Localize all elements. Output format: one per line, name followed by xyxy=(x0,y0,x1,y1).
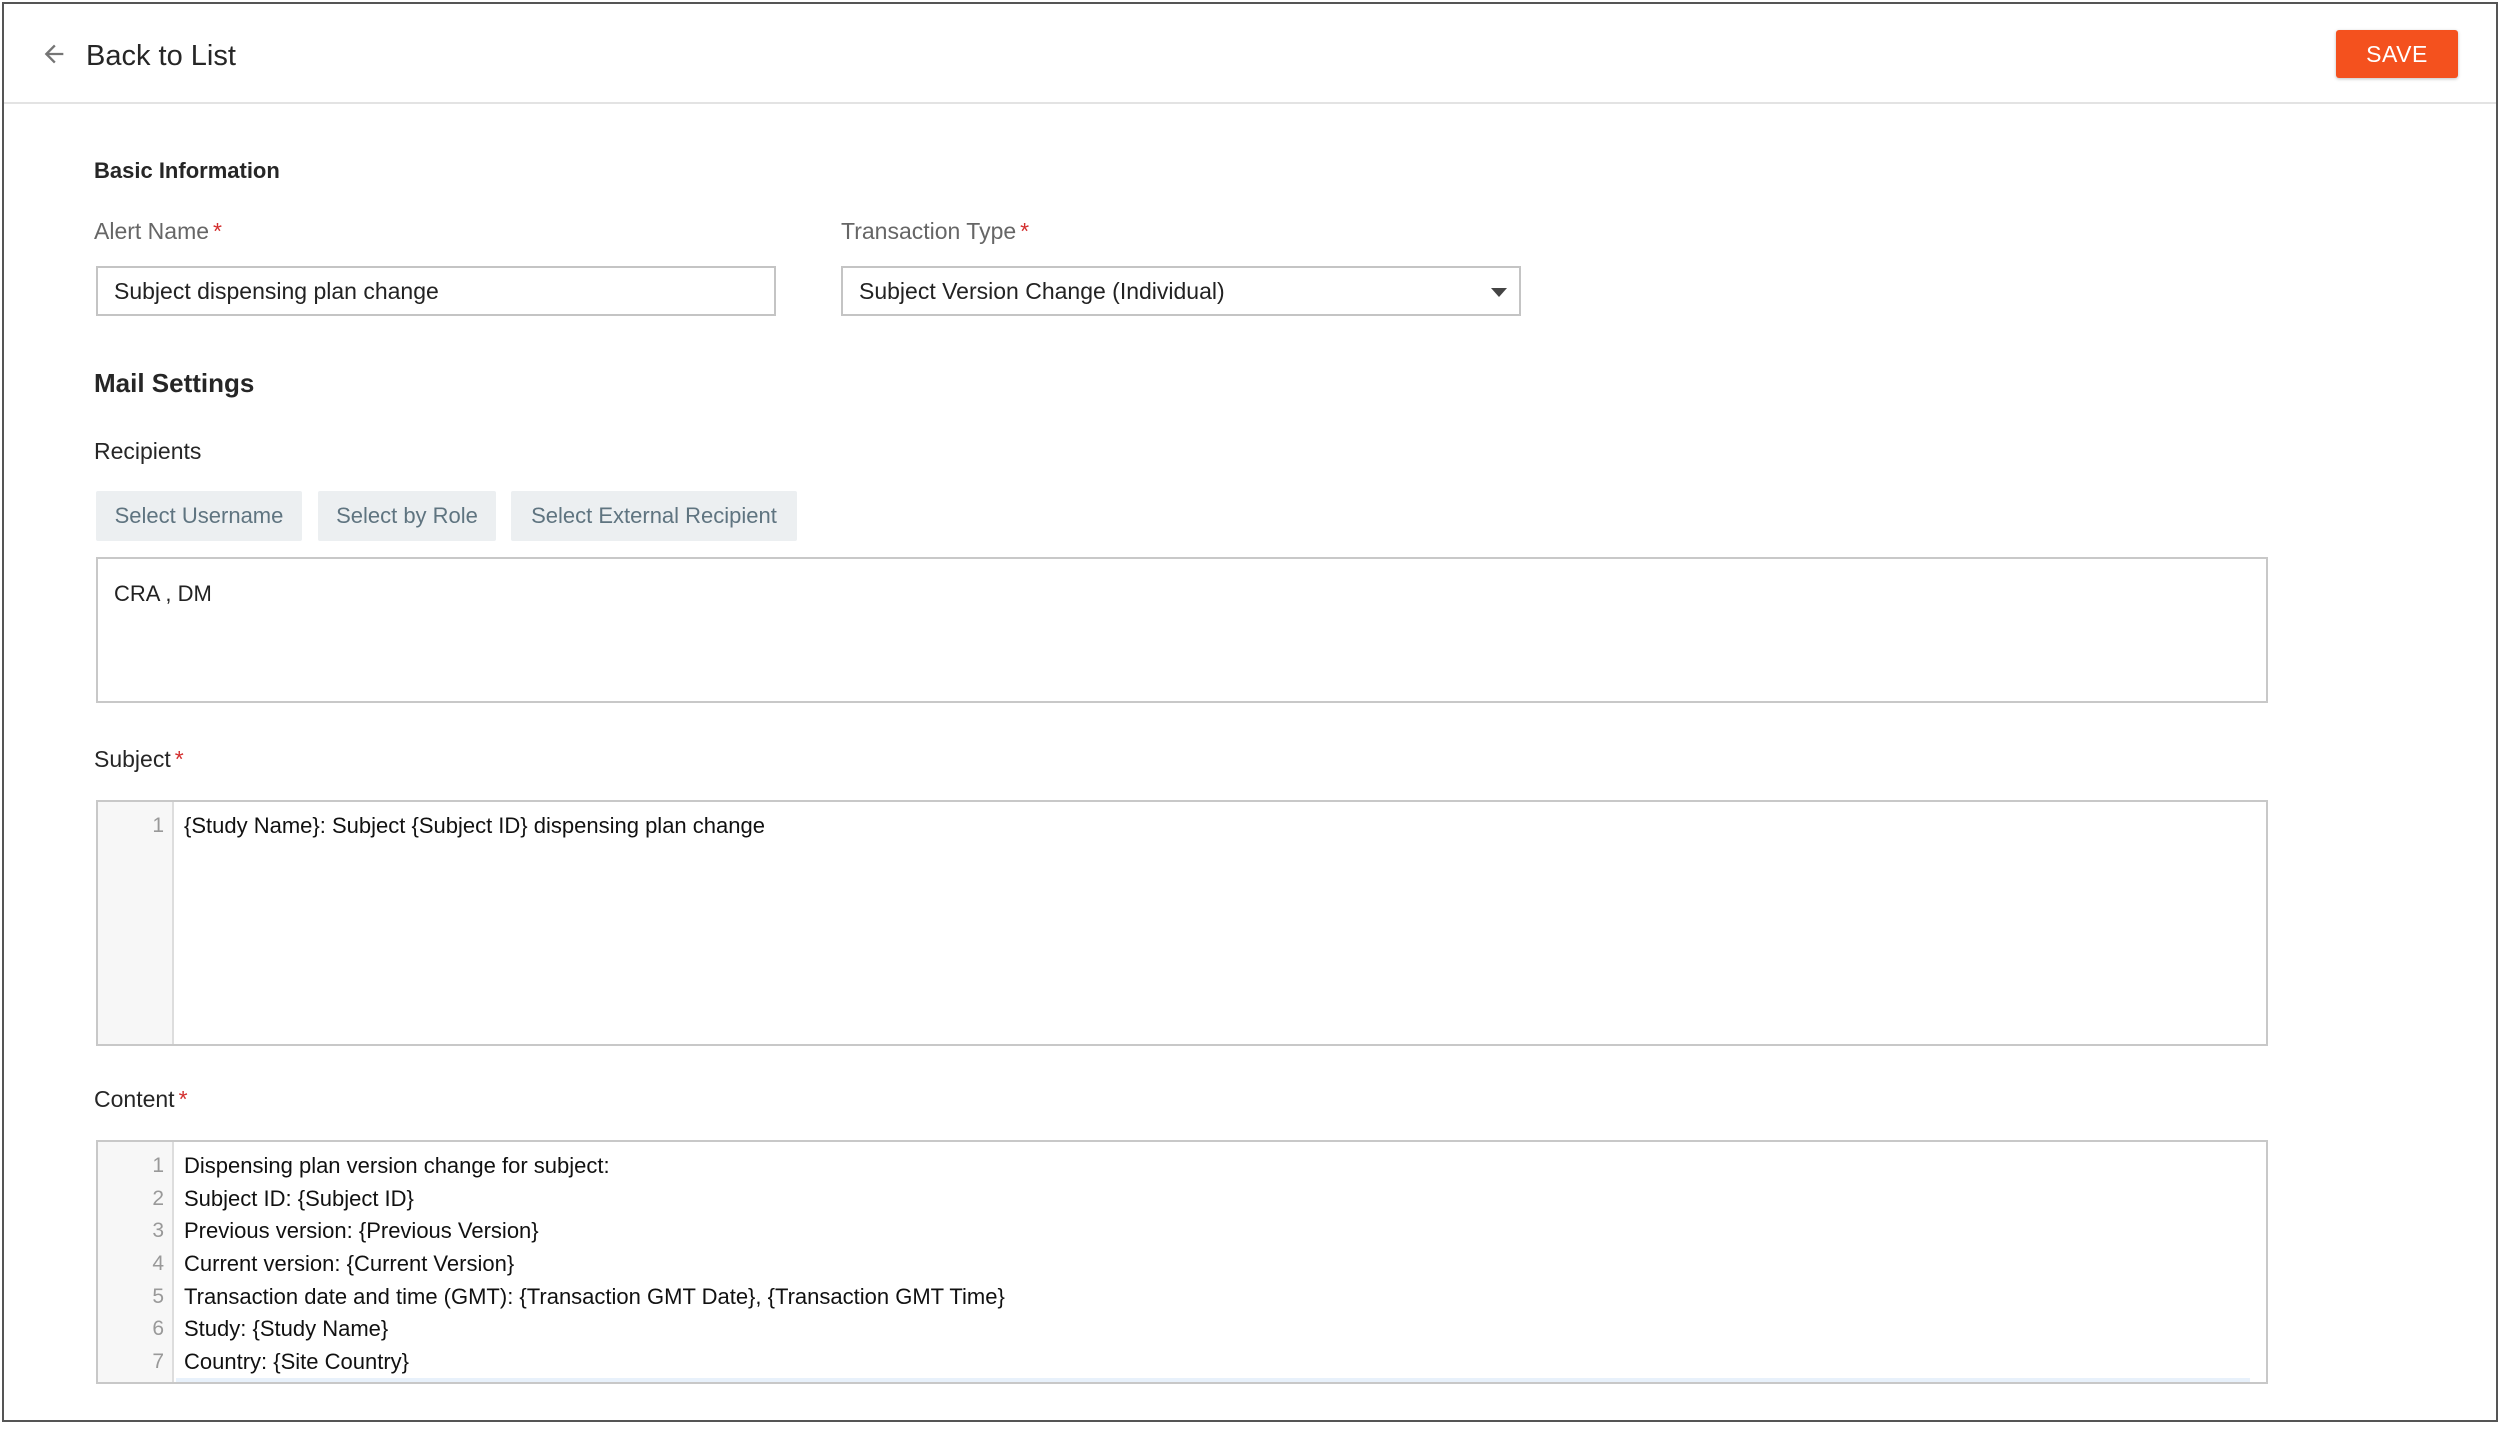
line-text[interactable]: Current version: {Current Version} xyxy=(184,1251,514,1277)
content-label: Content * xyxy=(94,1086,188,1112)
line-number: 5 xyxy=(152,1284,164,1308)
code-line: 2 Subject ID: {Subject ID} xyxy=(98,1183,2266,1216)
line-number: 4 xyxy=(152,1252,164,1276)
back-to-list-label: Back to List xyxy=(86,39,236,72)
code-line: 4 Current version: {Current Version} xyxy=(98,1248,2266,1281)
code-line: 5 Transaction date and time (GMT): {Tran… xyxy=(98,1280,2266,1313)
transaction-type-label: Transaction Type * xyxy=(841,218,1030,244)
line-number: 1 xyxy=(152,814,164,838)
transaction-type-value: Subject Version Change (Individual) xyxy=(859,277,1225,304)
arrow-left-icon xyxy=(40,40,68,73)
line-text[interactable]: Subject ID: {Subject ID} xyxy=(184,1186,414,1212)
content-lines: 1 Dispensing plan version change for sub… xyxy=(98,1150,2266,1378)
select-by-role-button[interactable]: Select by Role xyxy=(318,491,496,541)
transaction-type-select[interactable]: Subject Version Change (Individual) xyxy=(841,266,1521,316)
required-marker: * xyxy=(174,746,184,772)
code-line: 7 Country: {Site Country} xyxy=(98,1346,2266,1379)
code-line: 1 Dispensing plan version change for sub… xyxy=(98,1150,2266,1183)
required-marker: * xyxy=(178,1086,188,1112)
recipients-label: Recipients xyxy=(94,438,202,464)
mail-settings-title: Mail Settings xyxy=(94,368,255,398)
line-number: 2 xyxy=(152,1186,164,1210)
recipients-field[interactable]: CRA , DM xyxy=(96,557,2268,703)
line-text[interactable]: Study: {Study Name} xyxy=(184,1316,388,1342)
alert-name-input[interactable] xyxy=(96,266,776,316)
back-to-list-link[interactable]: Back to List xyxy=(40,34,236,78)
code-line: 3 Previous version: {Previous Version} xyxy=(98,1215,2266,1248)
line-number: 7 xyxy=(152,1349,164,1373)
code-line: 6 Study: {Study Name} xyxy=(98,1313,2266,1346)
required-marker: * xyxy=(1020,218,1030,244)
line-number: 3 xyxy=(152,1219,164,1243)
required-marker: * xyxy=(213,218,222,244)
subject-editor[interactable]: 1 {Study Name}: Subject {Subject ID} dis… xyxy=(96,800,2268,1046)
line-number: 1 xyxy=(152,1154,164,1178)
line-text[interactable]: Country: {Site Country} xyxy=(184,1349,409,1375)
caret-down-icon xyxy=(1491,288,1507,297)
page-header: Back to List SAVE xyxy=(4,4,2496,104)
line-text[interactable]: {Study Name}: Subject {Subject ID} dispe… xyxy=(184,813,765,839)
save-button[interactable]: SAVE xyxy=(2336,30,2458,78)
line-text[interactable]: Previous version: {Previous Version} xyxy=(184,1218,539,1244)
select-username-button[interactable]: Select Username xyxy=(96,491,302,541)
content-editor[interactable]: 1 Dispensing plan version change for sub… xyxy=(96,1140,2268,1384)
alert-edit-window: Back to List SAVE Basic Information Aler… xyxy=(2,2,2498,1422)
alert-name-label: Alert Name * xyxy=(94,218,222,244)
select-external-recipient-button[interactable]: Select External Recipient xyxy=(511,491,797,541)
line-text[interactable]: Dispensing plan version change for subje… xyxy=(184,1153,610,1179)
line-text[interactable]: Transaction date and time (GMT): {Transa… xyxy=(184,1284,1005,1310)
code-line: 1 {Study Name}: Subject {Subject ID} dis… xyxy=(98,810,2266,843)
basic-information-title: Basic Information xyxy=(94,158,280,183)
subject-label: Subject * xyxy=(94,746,184,772)
editor-selection-highlight xyxy=(176,1378,2250,1382)
line-number: 6 xyxy=(152,1317,164,1341)
subject-lines: 1 {Study Name}: Subject {Subject ID} dis… xyxy=(98,810,2266,843)
